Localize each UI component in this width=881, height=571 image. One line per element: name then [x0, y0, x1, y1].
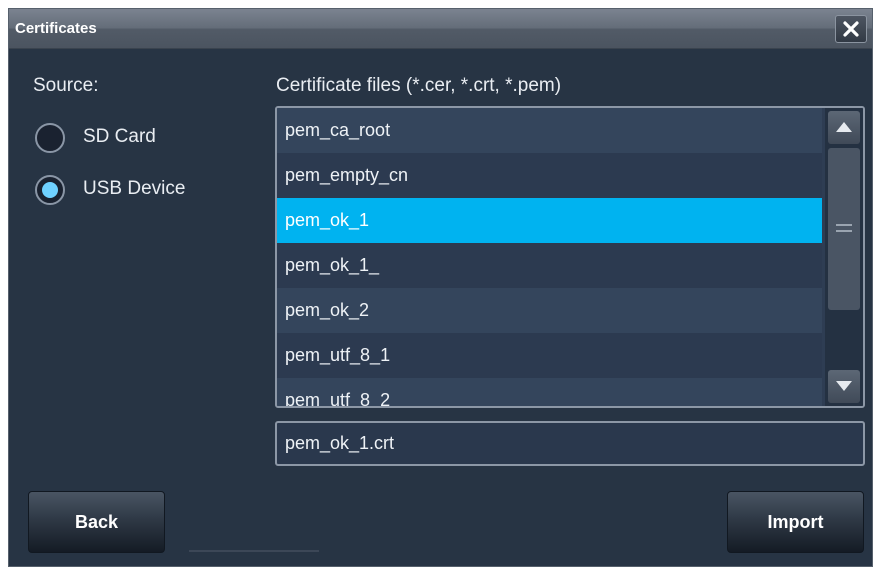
- back-button[interactable]: Back: [28, 491, 165, 553]
- radio-usb-device[interactable]: USB Device: [35, 175, 235, 211]
- list-item[interactable]: pem_ok_1_: [277, 243, 822, 288]
- source-label: Source:: [33, 75, 99, 96]
- list-item[interactable]: pem_ca_root: [277, 108, 822, 153]
- radio-circle: [35, 123, 65, 153]
- arrow-down-icon: [836, 381, 852, 391]
- certificate-file-list[interactable]: pem_ca_root pem_empty_cn pem_ok_1 pem_ok_1_…: [275, 106, 865, 408]
- dialog-title: Certificates: [15, 20, 97, 37]
- list-item[interactable]: pem_utf_8_1: [277, 333, 822, 378]
- scrollbar[interactable]: [825, 108, 863, 406]
- list-item[interactable]: pem_empty_cn: [277, 153, 822, 198]
- divider: [189, 550, 319, 552]
- arrow-up-icon: [836, 122, 852, 132]
- radio-circle: [35, 175, 65, 205]
- title-bar: Certificates: [9, 9, 872, 49]
- file-rows: pem_ca_root pem_empty_cn pem_ok_1 pem_ok_1_…: [277, 108, 822, 406]
- import-button[interactable]: Import: [727, 491, 864, 553]
- close-button[interactable]: [835, 15, 867, 43]
- list-item[interactable]: pem_ok_2: [277, 288, 822, 333]
- list-item[interactable]: pem_utf_8_2: [277, 378, 822, 406]
- scroll-up-button[interactable]: [828, 111, 860, 144]
- radio-selected-dot: [42, 182, 58, 198]
- radio-label: USB Device: [83, 178, 186, 199]
- files-label: Certificate files (*.cer, *.crt, *.pem): [276, 75, 562, 96]
- radio-label: SD Card: [83, 126, 156, 147]
- list-item-selected[interactable]: pem_ok_1: [277, 198, 822, 243]
- scroll-thumb[interactable]: [828, 148, 860, 310]
- filename-field[interactable]: [275, 421, 865, 466]
- radio-sd-card[interactable]: SD Card: [35, 123, 235, 159]
- grip-icon: [836, 224, 852, 236]
- close-icon: [843, 21, 859, 37]
- certificates-dialog: Certificates Source: SD Card USB Device …: [8, 8, 873, 567]
- scroll-down-button[interactable]: [828, 370, 860, 403]
